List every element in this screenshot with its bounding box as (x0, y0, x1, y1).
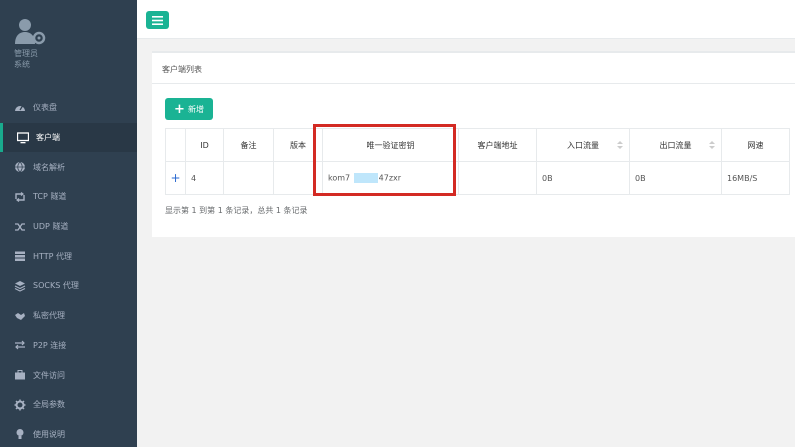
add-client-button[interactable]: + 新增 (165, 98, 213, 120)
sidebar-item-global[interactable]: 全局参数 (0, 390, 137, 420)
sidebar-item-domain[interactable]: 域名解析 (0, 152, 137, 182)
sort-icon (617, 141, 623, 151)
sidebar-item-clients[interactable]: 客户端 (0, 122, 137, 153)
server-icon (14, 250, 26, 262)
col-out-flow[interactable]: 出口流量 (629, 128, 722, 162)
add-button-label: 新增 (187, 104, 204, 114)
top-bar (137, 0, 795, 39)
pagination-info: 显示第 1 到第 1 条记录，总共 1 条记录 (165, 206, 308, 215)
sidebar-item-help[interactable]: 使用说明 (0, 420, 137, 447)
sidebar-item-label: 客户端 (36, 133, 60, 143)
dashboard-icon (14, 102, 26, 114)
cell-out-flow: 0B (629, 161, 722, 195)
menu-toggle-button[interactable] (146, 11, 169, 29)
sidebar-item-dashboard[interactable]: 仪表盘 (0, 93, 137, 123)
exchange-icon (14, 339, 26, 351)
sidebar-nav: 仪表盘 客户端 域名解析 TCP 隧道 UDP 隧道 HTTP 代理 SOCKS… (0, 93, 137, 447)
user-gear-icon (15, 19, 46, 45)
sidebar-item-label: 全局参数 (33, 400, 65, 410)
sidebar-item-label: HTTP 代理 (33, 251, 73, 261)
handshake-icon (14, 310, 26, 322)
hamburger-icon (152, 15, 163, 25)
col-speed[interactable]: 网速 (721, 128, 790, 162)
user-profile: 管理员 系统 (14, 18, 124, 78)
user-role: 管理员 (14, 49, 38, 58)
sidebar-item-udp[interactable]: UDP 隧道 (0, 212, 137, 242)
client-list-panel: 客户端列表 + 新增 ID 备注 版本 唯一验证密钥 客户端地址 入口流量 出口… (152, 51, 795, 237)
key-prefix: kom7 (328, 173, 351, 183)
globe-icon (14, 161, 26, 173)
sidebar-item-tcp[interactable]: TCP 隧道 (0, 182, 137, 212)
sidebar-item-label: SOCKS 代理 (33, 281, 79, 291)
col-key[interactable]: 唯一验证密钥 (322, 128, 459, 162)
cell-speed: 16MB/S (721, 161, 790, 195)
divider (152, 83, 795, 84)
sidebar: 管理员 系统 仪表盘 客户端 域名解析 TCP 隧道 UDP 隧道 HTTP 代… (0, 0, 137, 447)
plus-icon: + (174, 101, 185, 117)
stack-icon (14, 280, 26, 292)
cell-version (273, 161, 323, 195)
col-remark[interactable]: 备注 (223, 128, 274, 162)
sidebar-item-label: 使用说明 (33, 429, 65, 439)
cell-address (458, 161, 537, 195)
sidebar-item-label: 私密代理 (33, 311, 65, 321)
sidebar-item-file[interactable]: 文件访问 (0, 360, 137, 390)
sidebar-item-p2p[interactable]: P2P 连接 (0, 331, 137, 361)
cell-key: kom7 47zxr (322, 161, 459, 195)
col-in-flow-label: 入口流量 (567, 140, 599, 150)
client-table: ID 备注 版本 唯一验证密钥 客户端地址 入口流量 出口流量 网速 + 4 k… (165, 128, 790, 195)
redaction-mark (353, 173, 378, 183)
col-version[interactable]: 版本 (273, 128, 323, 162)
col-address[interactable]: 客户端地址 (458, 128, 537, 162)
sidebar-item-label: 仪表盘 (33, 103, 57, 113)
sidebar-item-label: TCP 隧道 (33, 192, 67, 202)
sidebar-item-socks[interactable]: SOCKS 代理 (0, 271, 137, 301)
cell-remark (223, 161, 274, 195)
sidebar-item-label: P2P 连接 (33, 340, 67, 350)
user-role-sub: 系统 (14, 60, 30, 69)
col-in-flow[interactable]: 入口流量 (536, 128, 630, 162)
monitor-icon (17, 131, 29, 144)
gear-icon (14, 399, 26, 411)
col-expand (165, 128, 186, 162)
sidebar-item-label: 域名解析 (33, 162, 65, 172)
cell-in-flow: 0B (536, 161, 630, 195)
panel-title: 客户端列表 (162, 65, 202, 74)
briefcase-icon (14, 369, 26, 381)
col-id[interactable]: ID (185, 128, 224, 162)
table-row: + 4 kom7 47zxr 0B 0B 16MB/S (165, 161, 790, 195)
cell-id: 4 (185, 161, 224, 195)
lightbulb-icon (14, 428, 26, 440)
sidebar-item-secret[interactable]: 私密代理 (0, 301, 137, 331)
sidebar-item-http[interactable]: HTTP 代理 (0, 241, 137, 271)
retweet-icon (14, 191, 26, 203)
expand-row-button[interactable]: + (165, 161, 186, 195)
table-header-row: ID 备注 版本 唯一验证密钥 客户端地址 入口流量 出口流量 网速 (165, 128, 790, 162)
sidebar-item-label: 文件访问 (33, 370, 65, 380)
sort-icon (709, 141, 715, 151)
shuffle-icon (14, 221, 26, 233)
key-suffix: 47zxr (378, 173, 402, 183)
sidebar-item-label: UDP 隧道 (33, 222, 69, 232)
col-out-flow-label: 出口流量 (659, 140, 692, 150)
